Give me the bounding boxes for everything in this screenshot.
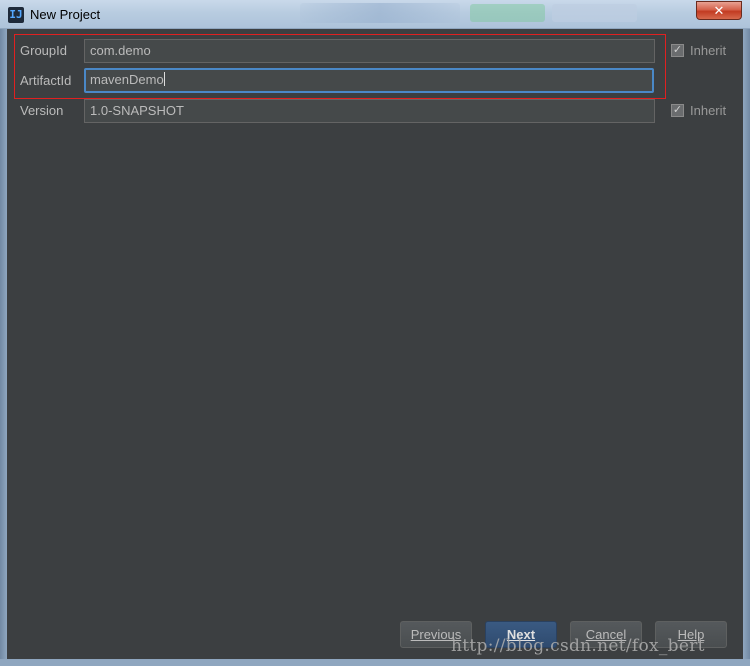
title-bar[interactable]: IJ New Project ✕: [0, 0, 750, 29]
window-border-right: [743, 29, 750, 666]
group-id-label: GroupId: [20, 43, 67, 58]
intellij-idea-icon: IJ: [8, 7, 24, 23]
version-inherit-label[interactable]: Inherit: [690, 103, 726, 118]
window-border-bottom: [0, 659, 750, 666]
group-id-field[interactable]: com.demo: [84, 39, 655, 63]
watermark-text: http://blog.csdn.net/fox_bert: [451, 636, 705, 656]
dialog-content: [7, 29, 743, 659]
background-blur: [300, 3, 460, 23]
artifact-id-field[interactable]: mavenDemo: [84, 68, 654, 93]
close-button[interactable]: ✕: [696, 1, 742, 20]
version-label: Version: [20, 103, 64, 118]
checkmark-icon: ✓: [672, 104, 683, 116]
artifact-id-value: mavenDemo: [90, 72, 164, 87]
text-caret: [163, 72, 165, 86]
window-border-left: [0, 29, 7, 666]
background-blur: [470, 4, 545, 22]
artifact-id-label: ArtifactId: [20, 73, 72, 88]
checkmark-icon: ✓: [672, 44, 683, 56]
group-id-inherit-label[interactable]: Inherit: [690, 43, 726, 58]
version-inherit-checkbox[interactable]: ✓: [671, 104, 684, 117]
version-field[interactable]: 1.0-SNAPSHOT: [84, 99, 655, 123]
group-id-inherit-checkbox[interactable]: ✓: [671, 44, 684, 57]
window-title: New Project: [30, 7, 101, 22]
new-project-window: IJ New Project ✕ GroupId com.demo ✓ Inhe…: [0, 0, 750, 666]
background-blur: [552, 4, 637, 22]
